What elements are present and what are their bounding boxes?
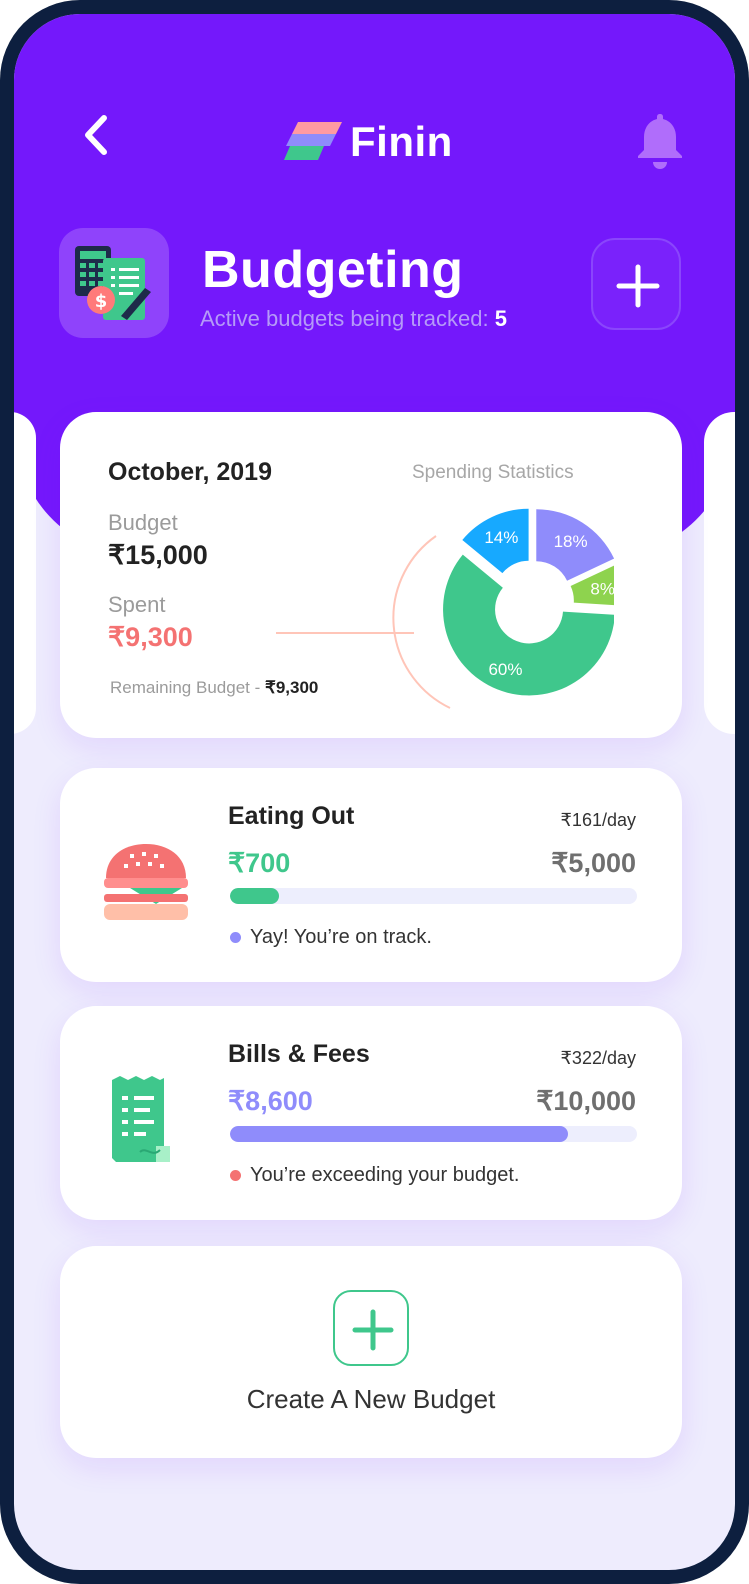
add-budget-button[interactable]	[591, 238, 681, 330]
budget-total: ₹10,000	[536, 1086, 636, 1116]
pie-outer-arc	[392, 535, 451, 709]
status-dot	[230, 932, 241, 943]
budget-value: ₹15,000	[108, 540, 208, 570]
budget-illustration: $	[59, 228, 169, 338]
previous-summary-card[interactable]	[14, 412, 36, 734]
create-budget-button[interactable]	[333, 1290, 409, 1366]
receipt-icon	[112, 1076, 170, 1162]
next-summary-card[interactable]	[704, 412, 735, 734]
pie-slice-label: 18%	[554, 532, 588, 551]
plus-icon	[352, 1309, 394, 1351]
create-budget-label: Create A New Budget	[246, 1384, 496, 1414]
pie-slice	[443, 554, 614, 696]
status-text: You’re exceeding your budget.	[250, 1164, 520, 1186]
budget-progress-fill	[230, 888, 279, 904]
brand-name: Finin	[350, 118, 453, 165]
spending-statistics-title: Spending Statistics	[412, 462, 574, 483]
back-arrow-icon[interactable]	[74, 110, 124, 160]
monthly-summary-card[interactable]: October, 2019 Spending Statistics Budget…	[60, 412, 682, 738]
svg-text:$: $	[95, 291, 108, 312]
app-logo: Finin	[284, 118, 453, 166]
spent-label: Spent	[108, 592, 166, 617]
page-title: Budgeting	[202, 241, 464, 299]
status-text: Yay! You’re on track.	[250, 926, 432, 948]
phone-frame: Finin $ Budgeting Active budgets being t…	[0, 0, 749, 1584]
create-budget-card[interactable]: Create A New Budget	[60, 1246, 682, 1458]
budget-progress-bar	[230, 1126, 637, 1142]
app-screen: Finin $ Budgeting Active budgets being t…	[14, 14, 735, 1570]
budget-status: Yay! You’re on track.	[230, 926, 432, 949]
remaining-budget-label: Remaining Budget -	[110, 678, 261, 697]
budget-progress-fill	[230, 1126, 568, 1142]
daily-rate: ₹322/day	[560, 1048, 636, 1068]
budget-total: ₹5,000	[551, 848, 636, 878]
burger-icon	[104, 844, 188, 920]
pie-slice-label: 60%	[488, 660, 522, 679]
active-budgets-text: Active budgets being tracked: 5	[200, 306, 507, 332]
spent-amount: ₹8,600	[228, 1086, 313, 1116]
pie-slice-label: 8%	[590, 580, 614, 599]
budget-name: Eating Out	[228, 802, 355, 830]
spent-amount: ₹700	[228, 848, 291, 878]
daily-rate: ₹161/day	[560, 810, 636, 830]
budget-card-eating-out[interactable]: Eating Out ₹161/day ₹700 ₹5,000 Yay! You…	[60, 768, 682, 982]
plus-icon	[616, 264, 660, 308]
spending-pie-chart: 18% 8% 60% 14%	[276, 508, 614, 709]
finin-logo-icon	[284, 122, 342, 160]
calculator-icon: $	[75, 246, 151, 320]
spent-value: ₹9,300	[108, 622, 193, 652]
budget-status: You’re exceeding your budget.	[230, 1164, 519, 1187]
pie-slice-label: 14%	[484, 528, 518, 547]
budget-name: Bills & Fees	[228, 1040, 370, 1068]
active-budgets-label: Active budgets being tracked:	[200, 306, 489, 331]
budget-card-bills-fees[interactable]: Bills & Fees ₹322/day ₹8,600 ₹10,000 You…	[60, 1006, 682, 1220]
budget-progress-bar	[230, 888, 637, 904]
summary-month: October, 2019	[108, 458, 272, 486]
budget-label: Budget	[108, 510, 178, 535]
active-budgets-count: 5	[494, 306, 507, 331]
bell-icon[interactable]	[634, 110, 686, 172]
status-dot	[230, 1170, 241, 1181]
